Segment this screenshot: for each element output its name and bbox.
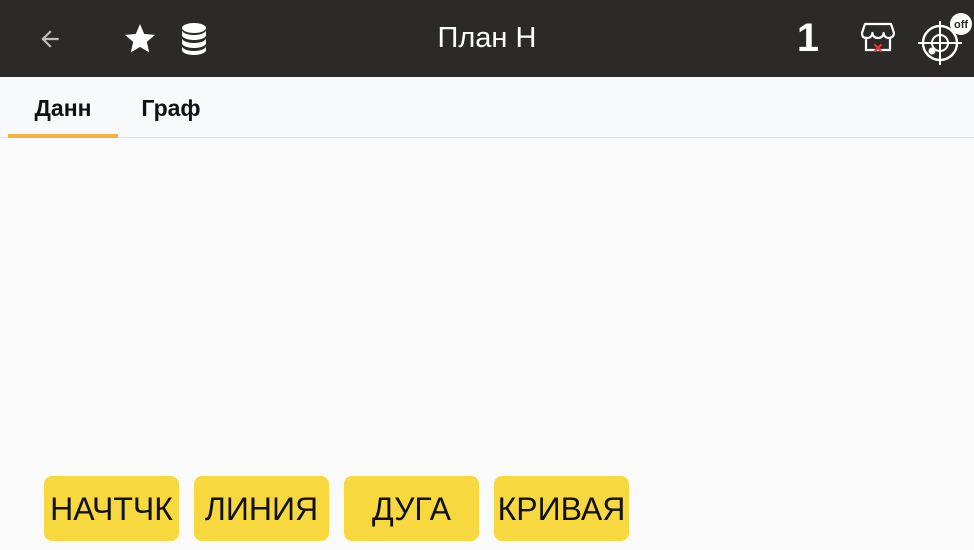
start-point-button[interactable]: НАЧТЧК [44, 476, 179, 541]
favorite-button[interactable] [118, 0, 162, 77]
arc-button[interactable]: ДУГА [344, 476, 479, 541]
store-icon [861, 22, 895, 52]
gps-crosshair-icon: off [918, 12, 972, 65]
back-button[interactable] [28, 0, 72, 77]
store-button[interactable] [856, 0, 900, 77]
database-icon [182, 22, 206, 55]
arrow-back-icon [41, 29, 59, 48]
gps-button[interactable]: off [918, 0, 974, 77]
gps-off-badge: off [954, 19, 968, 31]
counter-badge: 1 [796, 16, 820, 60]
star-icon [125, 23, 155, 52]
line-button[interactable]: ЛИНИЯ [194, 476, 329, 541]
tab-data[interactable]: Данн [8, 77, 118, 137]
app-bar: План Н 1 off [0, 0, 974, 77]
tab-bar: Данн Граф [0, 77, 974, 138]
tab-graph[interactable]: Граф [124, 77, 218, 137]
database-button[interactable] [174, 0, 214, 77]
curve-button[interactable]: КРИВАЯ [494, 476, 629, 541]
